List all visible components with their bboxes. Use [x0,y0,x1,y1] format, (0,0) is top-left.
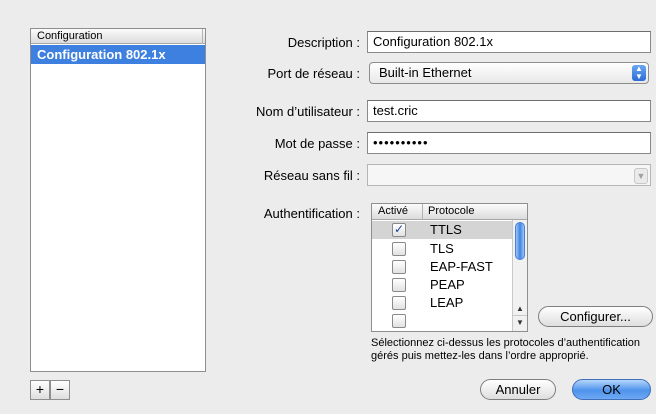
add-configuration-button[interactable]: + [30,380,50,400]
checkbox [392,314,406,328]
protocol-row[interactable]: ✓ TTLS [372,221,512,239]
username-field[interactable]: test.cric [367,100,651,122]
protocol-row[interactable]: TLS [372,240,512,258]
popup-arrow-icon: ▼ [634,168,648,184]
checkbox[interactable] [392,278,406,292]
protocol-row-partial [372,312,512,330]
network-port-label: Port de réseau : [267,66,361,81]
configuration-header-label: Configuration [37,30,103,42]
username-label: Nom d’utilisateur : [255,104,360,119]
enabled-column-header: Activé [378,205,408,217]
protocol-column-header: Protocole [428,205,475,217]
authentication-table[interactable]: Activé Protocole ✓ TTLS TLS EAP-FAST PEA… [371,203,528,332]
protocol-row[interactable]: LEAP [372,294,512,312]
checkbox[interactable] [392,296,406,310]
description-field[interactable]: Configuration 802.1x [367,31,651,53]
checkbox[interactable] [392,260,406,274]
arrow-down-icon[interactable]: ▼ [513,315,527,330]
network-port-value: Built-in Ethernet [379,65,472,80]
authentication-scrollbar[interactable]: ▲ ▼ [512,220,527,331]
protocol-name: LEAP [430,295,464,310]
ok-button[interactable]: OK [572,379,651,400]
remove-configuration-button[interactable]: − [50,380,70,400]
authentication-table-header: Activé Protocole [372,204,527,220]
wireless-network-popup[interactable]: ▼ [367,164,651,186]
cancel-button[interactable]: Annuler [480,379,556,400]
protocol-name: EAP-FAST [430,259,493,274]
wireless-network-label: Réseau sans fil : [263,168,360,183]
help-text: Sélectionnez ci-dessus les protocoles d’… [371,337,641,362]
network-port-popup[interactable]: Built-in Ethernet ▲ ▼ [369,62,649,84]
protocol-name: TLS [430,241,454,256]
arrow-up-icon[interactable]: ▲ [513,302,527,316]
protocol-row[interactable]: EAP-FAST [372,258,512,276]
password-label: Mot de passe : [274,136,360,151]
protocol-name: PEAP [430,277,465,292]
protocol-name: TTLS [430,222,462,237]
checkbox[interactable] [392,242,406,256]
column-divider [422,204,423,219]
check-icon[interactable]: ✓ [392,223,406,237]
configure-button[interactable]: Configurer... [538,306,653,327]
popup-arrows-icon: ▲ ▼ [632,65,646,81]
description-label: Description : [287,35,360,50]
protocol-row[interactable]: PEAP [372,276,512,294]
password-field[interactable]: •••••••••• [367,132,651,154]
scroll-thumb[interactable] [515,222,525,260]
authentication-label: Authentification : [263,206,360,221]
